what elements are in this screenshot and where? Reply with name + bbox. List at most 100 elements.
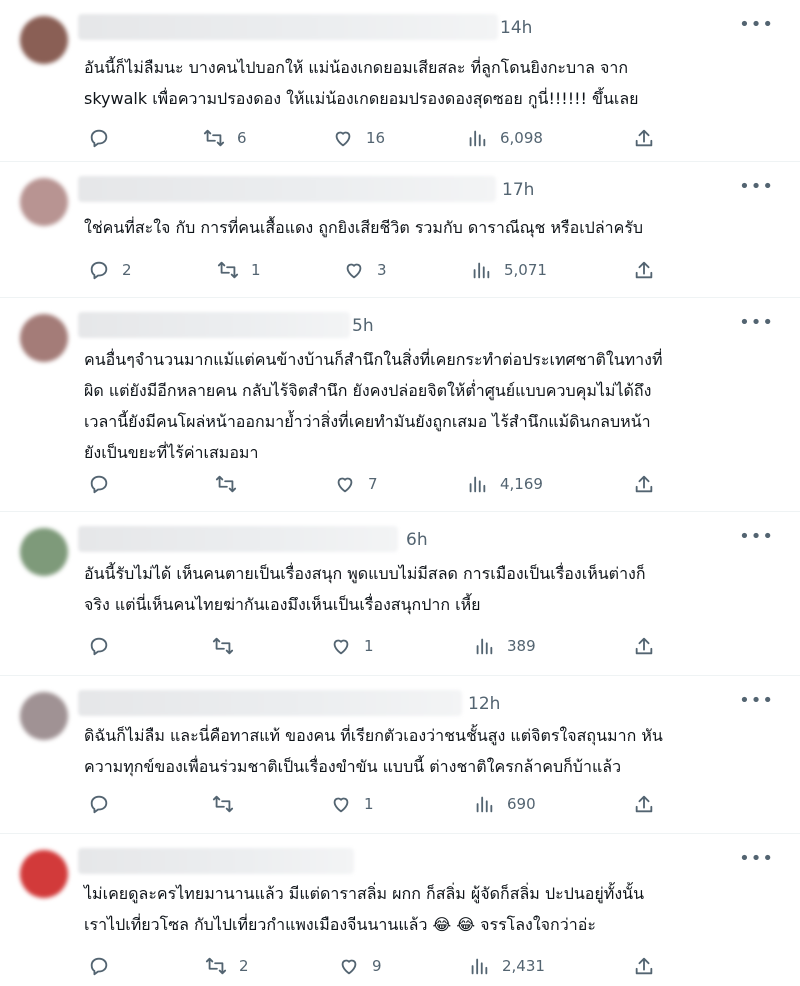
more-options-icon[interactable]: ••• — [739, 526, 774, 547]
blurred-user-name[interactable] — [78, 14, 498, 40]
retweet-button[interactable] — [212, 634, 246, 658]
tweet-actions: 1 690 — [0, 792, 800, 816]
retweet-icon — [205, 957, 227, 975]
reply-icon — [90, 795, 108, 814]
share-button[interactable] — [633, 954, 655, 978]
like-button[interactable]: 1 — [330, 634, 374, 658]
avatar[interactable] — [20, 16, 68, 64]
blurred-user-name[interactable] — [78, 526, 398, 552]
reply-button[interactable] — [88, 792, 122, 816]
reply-button[interactable] — [88, 472, 122, 496]
share-icon — [635, 261, 653, 279]
tweet-text: ไม่เคยดูละครไทยมานานแล้ว มีแต่ดาราสลิ่ม … — [84, 878, 774, 940]
tweet-timestamp[interactable]: 17h — [502, 180, 534, 200]
reply-button[interactable]: 2 — [88, 258, 132, 282]
heart-icon — [346, 263, 362, 279]
reply-button[interactable] — [88, 634, 122, 658]
blurred-user-name[interactable] — [78, 690, 462, 716]
views-button[interactable]: 6,098 — [466, 126, 543, 150]
tweet-timestamp[interactable]: 12h — [468, 694, 500, 714]
share-button[interactable] — [633, 634, 655, 658]
like-count: 9 — [372, 957, 382, 975]
tweet[interactable]: 12h ••• ดิฉันก็ไม่ลืม และนี่คือทาสแท้ ขอ… — [0, 676, 800, 834]
more-options-icon[interactable]: ••• — [739, 312, 774, 333]
share-button[interactable] — [633, 258, 655, 282]
more-options-icon[interactable]: ••• — [739, 14, 774, 35]
like-count: 1 — [364, 637, 374, 655]
tweet-text-line: ยังเป็นขยะที่ไร้ค่าเสมอมา — [84, 443, 259, 462]
views-button[interactable]: 690 — [473, 792, 536, 816]
avatar[interactable] — [20, 528, 68, 576]
tweet-text-line: ความทุกข์ของเพื่อนร่วมชาติเป็นเรื่องขำขั… — [84, 757, 622, 776]
retweet-button[interactable]: 1 — [217, 258, 261, 282]
share-icon — [635, 957, 653, 975]
share-button[interactable] — [633, 792, 655, 816]
retweet-button[interactable] — [215, 472, 249, 496]
share-icon — [635, 637, 653, 655]
like-button[interactable]: 3 — [343, 258, 387, 282]
tweet-text: อันนี้ก็ไม่ลืมนะ บางคนไปบอกให้ แม่น้องเก… — [84, 52, 774, 114]
reply-icon — [90, 957, 108, 976]
view-count: 4,169 — [500, 475, 543, 493]
reply-button[interactable] — [88, 126, 122, 150]
views-button[interactable]: 389 — [473, 634, 536, 658]
more-options-icon[interactable]: ••• — [739, 690, 774, 711]
share-button[interactable] — [633, 126, 655, 150]
tweet[interactable]: 17h ••• ใช่คนที่สะใจ กับ การที่คนเสื้อแด… — [0, 162, 800, 298]
blurred-user-name[interactable] — [78, 848, 354, 874]
retweet-icon — [212, 637, 234, 655]
tweet-text-line: จริง แต่นี่เห็นคนไทยฆ่ากันเองมึงเห็นเป็น… — [84, 595, 481, 614]
tweet-actions: 2 1 3 5,071 — [0, 258, 800, 282]
avatar[interactable] — [20, 692, 68, 740]
views-chart-icon — [471, 958, 488, 975]
tweet-text-line: ไม่เคยดูละครไทยมานานแล้ว มีแต่ดาราสลิ่ม … — [84, 884, 644, 903]
tweet-text: คนอื่นๆจำนวนมากแม้แต่คนข้างบ้านก็สำนึกใน… — [84, 344, 774, 468]
retweet-icon — [212, 795, 234, 813]
tweet[interactable]: 14h ••• อันนี้ก็ไม่ลืมนะ บางคนไปบอกให้ แ… — [0, 0, 800, 162]
tweet-text-line: ใช่คนที่สะใจ กับ การที่คนเสื้อแดง ถูกยิง… — [84, 218, 644, 237]
tweet-text-line: skywalk เพื่อความปรองดอง ให้แม่น้องเกดยอ… — [84, 89, 639, 108]
views-button[interactable]: 5,071 — [470, 258, 547, 282]
like-button[interactable]: 16 — [332, 126, 385, 150]
view-count: 2,431 — [502, 957, 545, 975]
like-button[interactable]: 1 — [330, 792, 374, 816]
reply-button[interactable] — [88, 954, 122, 978]
retweet-button[interactable]: 6 — [203, 126, 247, 150]
retweet-button[interactable] — [212, 792, 246, 816]
tweet-timestamp[interactable]: 6h — [406, 530, 428, 550]
avatar[interactable] — [20, 314, 68, 362]
blurred-user-name[interactable] — [78, 312, 350, 338]
more-options-icon[interactable]: ••• — [739, 176, 774, 197]
tweet-timestamp[interactable]: 5h — [352, 316, 374, 336]
share-icon — [635, 129, 653, 147]
views-button[interactable]: 4,169 — [466, 472, 543, 496]
blurred-user-name[interactable] — [78, 176, 496, 202]
reply-icon — [90, 129, 108, 148]
tweet-timestamp[interactable]: 14h — [500, 18, 532, 38]
views-chart-icon — [469, 476, 486, 493]
reply-icon — [90, 261, 108, 280]
share-icon — [635, 475, 653, 493]
tweet[interactable]: 5h ••• คนอื่นๆจำนวนมากแม้แต่คนข้างบ้านก็… — [0, 298, 800, 512]
avatar[interactable] — [20, 850, 68, 898]
retweet-button[interactable]: 2 — [205, 954, 249, 978]
views-chart-icon — [476, 796, 493, 813]
heart-icon — [335, 131, 351, 147]
tweet-text-line: อันนี้ก็ไม่ลืมนะ บางคนไปบอกให้ แม่น้องเก… — [84, 58, 629, 77]
like-button[interactable]: 7 — [334, 472, 378, 496]
tweet-text-line: ดิฉันก็ไม่ลืม และนี่คือทาสแท้ ของคน ที่เ… — [84, 726, 663, 745]
more-options-icon[interactable]: ••• — [739, 848, 774, 869]
avatar[interactable] — [20, 178, 68, 226]
tweet-actions: 2 9 2,431 — [0, 954, 800, 978]
views-button[interactable]: 2,431 — [468, 954, 545, 978]
share-button[interactable] — [633, 472, 655, 496]
like-count: 1 — [364, 795, 374, 813]
tweet-text-line: คนอื่นๆจำนวนมากแม้แต่คนข้างบ้านก็สำนึกใน… — [84, 350, 663, 369]
tweet[interactable]: 6h ••• อันนี้รับไม่ได้ เห็นคนตายเป็นเรื่… — [0, 512, 800, 676]
like-button[interactable]: 9 — [338, 954, 382, 978]
tweet[interactable]: ••• ไม่เคยดูละครไทยมานานแล้ว มีแต่ดาราสล… — [0, 834, 800, 986]
retweet-icon — [217, 261, 239, 279]
reply-count: 2 — [122, 261, 132, 279]
heart-icon — [337, 477, 353, 493]
retweet-icon — [215, 475, 237, 493]
